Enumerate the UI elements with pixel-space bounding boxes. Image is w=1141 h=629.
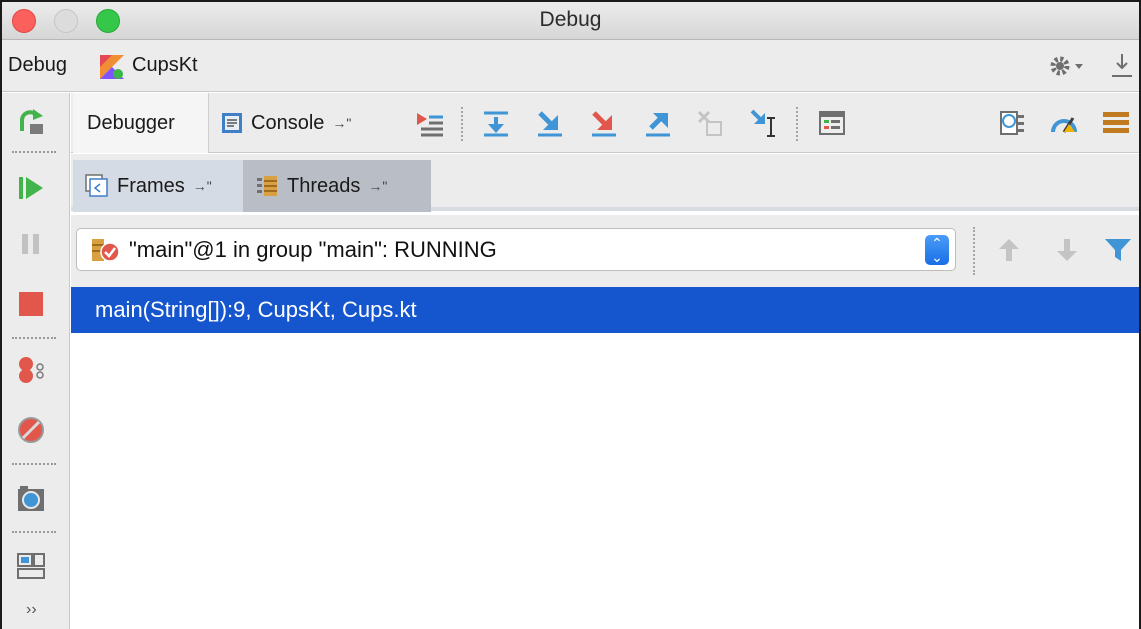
debug-tab-toolbar: Debugger Console →" bbox=[71, 93, 1139, 153]
thread-status-icon bbox=[92, 239, 120, 262]
step-out-icon[interactable] bbox=[643, 108, 673, 138]
show-execution-point-icon[interactable] bbox=[415, 108, 445, 138]
tab-frames-label: Frames bbox=[117, 174, 185, 197]
title-bar: Debug bbox=[2, 2, 1139, 40]
gear-icon[interactable] bbox=[1048, 54, 1084, 78]
threads-icon bbox=[257, 176, 277, 196]
debug-window: Debug Debug CupsKt ›› Debugger Console →… bbox=[0, 0, 1141, 629]
toolbar-separator bbox=[973, 227, 975, 275]
toolbar-separator bbox=[12, 151, 56, 153]
filter-icon[interactable] bbox=[1103, 235, 1133, 265]
pin-tab-icon[interactable]: →" bbox=[368, 178, 387, 194]
tab-debugger-label: Debugger bbox=[87, 111, 175, 134]
debug-label: Debug bbox=[8, 54, 67, 76]
frames-icon bbox=[85, 174, 108, 197]
select-arrows-icon[interactable]: ⌃ ⌄ bbox=[925, 235, 949, 265]
step-over-icon[interactable] bbox=[481, 108, 511, 138]
run-to-cursor-icon[interactable] bbox=[749, 108, 779, 138]
toolbar-separator bbox=[12, 531, 56, 533]
window-title: Debug bbox=[539, 8, 602, 31]
console-icon bbox=[222, 113, 242, 133]
view-breakpoints-icon[interactable] bbox=[16, 355, 46, 385]
tab-frames[interactable]: Frames →" bbox=[73, 160, 243, 212]
tab-debugger[interactable]: Debugger bbox=[73, 93, 209, 153]
tab-console[interactable]: Console →" bbox=[209, 93, 401, 153]
thread-select-value: "main"@1 in group "main": RUNNING bbox=[129, 236, 497, 262]
hide-icon[interactable] bbox=[1110, 52, 1134, 80]
more-actions-button[interactable]: ›› bbox=[26, 601, 37, 619]
drop-frame-icon[interactable] bbox=[695, 108, 725, 138]
debug-header: Debug CupsKt bbox=[2, 40, 1139, 92]
tab-threads-label: Threads bbox=[287, 174, 361, 197]
run-config-name[interactable]: CupsKt bbox=[132, 54, 198, 77]
frames-threads-tabs: Frames →" Threads →" bbox=[71, 154, 1139, 212]
tab-threads[interactable]: Threads →" bbox=[243, 160, 431, 212]
layout-icon[interactable] bbox=[16, 551, 46, 581]
tab-console-label: Console bbox=[251, 111, 325, 134]
thread-selector-row: "main"@1 in group "main": RUNNING ⌃ ⌄ bbox=[71, 215, 1139, 287]
left-toolbar: ›› bbox=[2, 93, 70, 629]
pause-icon[interactable] bbox=[16, 229, 46, 259]
frame-row[interactable]: main(String[]):9, CupsKt, Cups.kt bbox=[71, 287, 1139, 333]
rerun-icon[interactable] bbox=[16, 107, 46, 137]
thread-select[interactable]: "main"@1 in group "main": RUNNING ⌃ ⌄ bbox=[76, 228, 956, 271]
toolbar-separator bbox=[12, 463, 56, 465]
pin-tab-icon[interactable]: →" bbox=[332, 115, 351, 131]
mute-breakpoints-icon[interactable] bbox=[16, 415, 46, 445]
toolbar-separator bbox=[461, 107, 463, 141]
frames-list: main(String[]):9, CupsKt, Cups.kt bbox=[71, 287, 1139, 629]
pin-tab-icon[interactable]: →" bbox=[193, 178, 212, 194]
up-arrow-icon[interactable] bbox=[997, 237, 1021, 263]
stop-icon[interactable] bbox=[16, 289, 46, 319]
toolbar-separator bbox=[12, 337, 56, 339]
evaluate-icon[interactable] bbox=[817, 108, 847, 138]
memory-icon[interactable] bbox=[997, 108, 1027, 138]
step-into-icon[interactable] bbox=[535, 108, 565, 138]
camera-icon[interactable] bbox=[16, 483, 46, 513]
settings-icon[interactable] bbox=[1101, 108, 1131, 138]
overhead-icon[interactable] bbox=[1049, 108, 1079, 138]
down-arrow-icon[interactable] bbox=[1055, 237, 1079, 263]
toolbar-separator bbox=[796, 107, 798, 141]
force-step-into-icon[interactable] bbox=[589, 108, 619, 138]
resume-icon[interactable] bbox=[16, 173, 46, 203]
kotlin-icon bbox=[100, 55, 124, 79]
